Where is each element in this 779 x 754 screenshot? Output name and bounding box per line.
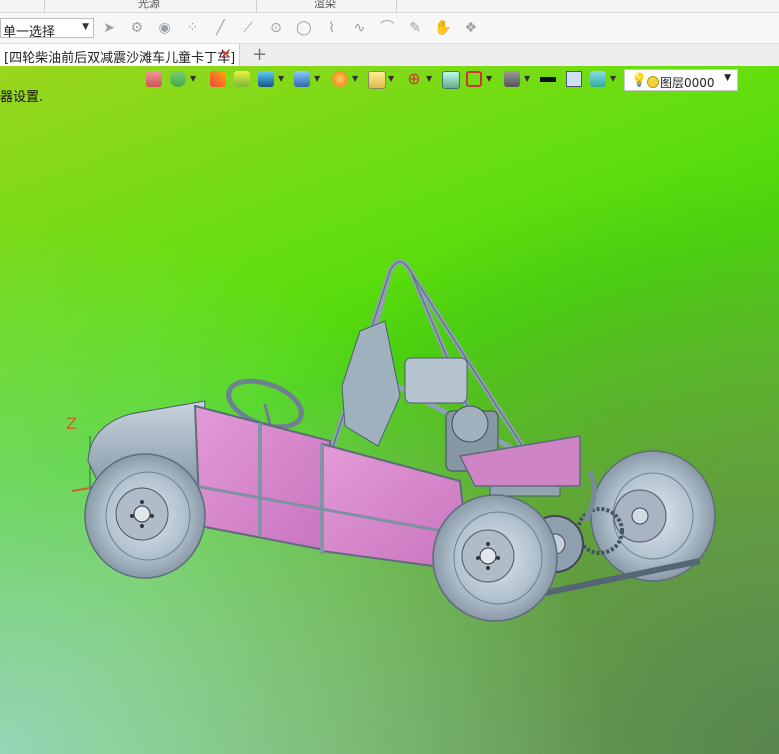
pointer-icon[interactable]: ➤ <box>100 19 118 37</box>
3d-viewport[interactable]: 器设置. ▼ ▼ ▼ ▼ ▼ ⊕ ▼ ▼ ▼ ▼ 💡 图层0000 ▼ Z <box>0 66 779 754</box>
paint-icon[interactable]: ❖ <box>462 19 480 37</box>
dots-icon[interactable]: ⁘ <box>183 19 201 37</box>
selection-mode-value: 单一选择 <box>3 25 56 40</box>
chevron-down-icon[interactable]: ▼ <box>524 74 530 83</box>
ribbon-separator <box>44 0 45 12</box>
chevron-down-icon[interactable]: ▼ <box>190 74 196 83</box>
selection-mode-dropdown[interactable]: 单一选择 ▼ <box>0 18 94 40</box>
chevron-down-icon[interactable]: ▼ <box>352 74 358 83</box>
ribbon-separator <box>396 0 397 12</box>
brush-icon[interactable] <box>210 71 226 87</box>
origin-icon[interactable]: ⊕ <box>406 71 422 87</box>
chevron-down-icon[interactable]: ▼ <box>426 74 432 83</box>
ribbon-group-render[interactable]: 渲染 <box>314 0 336 11</box>
arc-line-icon[interactable]: ⟋ <box>239 19 257 37</box>
circle-icon[interactable]: ◯ <box>295 19 313 37</box>
play-icon[interactable]: ◉ <box>156 19 174 37</box>
chevron-down-icon: ▼ <box>82 22 89 32</box>
chevron-down-icon[interactable]: ▼ <box>486 74 492 83</box>
seat <box>341 320 401 447</box>
layer-color-icon <box>647 76 659 88</box>
import-icon[interactable] <box>146 71 162 87</box>
zoom-fit-icon[interactable] <box>442 71 460 89</box>
line-icon[interactable]: ╱ <box>211 19 229 37</box>
polyline-icon[interactable]: ⌇ <box>323 19 341 37</box>
close-icon[interactable]: ✕ <box>219 45 232 63</box>
compass-icon[interactable] <box>332 71 348 87</box>
user-icon[interactable] <box>170 71 186 87</box>
chevron-down-icon[interactable]: ▼ <box>278 74 284 83</box>
chevron-down-icon[interactable]: ▼ <box>314 74 320 83</box>
layer-dropdown[interactable]: 💡 图层0000 ▼ <box>624 69 738 91</box>
chevron-down-icon: ▼ <box>724 73 731 83</box>
cube-split-icon[interactable] <box>294 71 310 87</box>
status-message: 器设置. <box>0 90 44 105</box>
ribbon-separator <box>256 0 257 12</box>
new-tab-button[interactable]: + <box>252 44 267 65</box>
gear-cursor-icon[interactable]: ⚙ <box>128 19 146 37</box>
bulb-icon[interactable]: 💡 <box>631 73 647 88</box>
sketch-tools: ➤ ⚙ ◉ ⁘ ╱ ⟋ ⊙ ◯ ⌇ ∿ ⌒ ✎ ✋ ❖ <box>100 19 486 39</box>
arch-icon[interactable]: ⌒ <box>378 19 396 37</box>
chevron-down-icon[interactable]: ▼ <box>388 74 394 83</box>
layer-icon[interactable] <box>590 71 606 87</box>
kart-3d-model[interactable] <box>60 186 740 626</box>
ribbon-group-labels: 光源 渲染 <box>0 0 779 13</box>
view-box-icon[interactable] <box>368 71 386 89</box>
cube-yellow-icon[interactable] <box>234 71 250 87</box>
ruler-icon[interactable] <box>466 71 482 87</box>
line-color-icon[interactable] <box>540 77 556 82</box>
tab-document-title: [四轮柴油前后双减震沙滩车儿童卡丁车] <box>4 51 236 66</box>
circle-center-icon[interactable]: ⊙ <box>267 19 285 37</box>
wheel-rear-near <box>432 494 558 622</box>
chevron-down-icon[interactable]: ▼ <box>610 74 616 83</box>
wheel-front-near <box>84 453 206 579</box>
cube-blue-icon[interactable] <box>258 71 274 87</box>
display-icon[interactable] <box>504 71 520 87</box>
pen-icon[interactable]: ✎ <box>406 19 424 37</box>
spline-icon[interactable]: ∿ <box>350 19 368 37</box>
ribbon-group-light[interactable]: 光源 <box>138 0 160 11</box>
document-tab-bar: [四轮柴油前后双减震沙滩车儿童卡丁车] ✕ + <box>0 44 779 67</box>
hand-icon[interactable]: ✋ <box>434 19 452 37</box>
selection-toolbar: 单一选择 ▼ ➤ ⚙ ◉ ⁘ ╱ ⟋ ⊙ ◯ ⌇ ∿ ⌒ ✎ ✋ ❖ <box>0 13 779 44</box>
layer-name: 图层0000 <box>660 76 715 90</box>
fill-color-icon[interactable] <box>566 71 582 87</box>
tab-document[interactable]: [四轮柴油前后双减震沙滩车儿童卡丁车] ✕ <box>0 44 240 66</box>
